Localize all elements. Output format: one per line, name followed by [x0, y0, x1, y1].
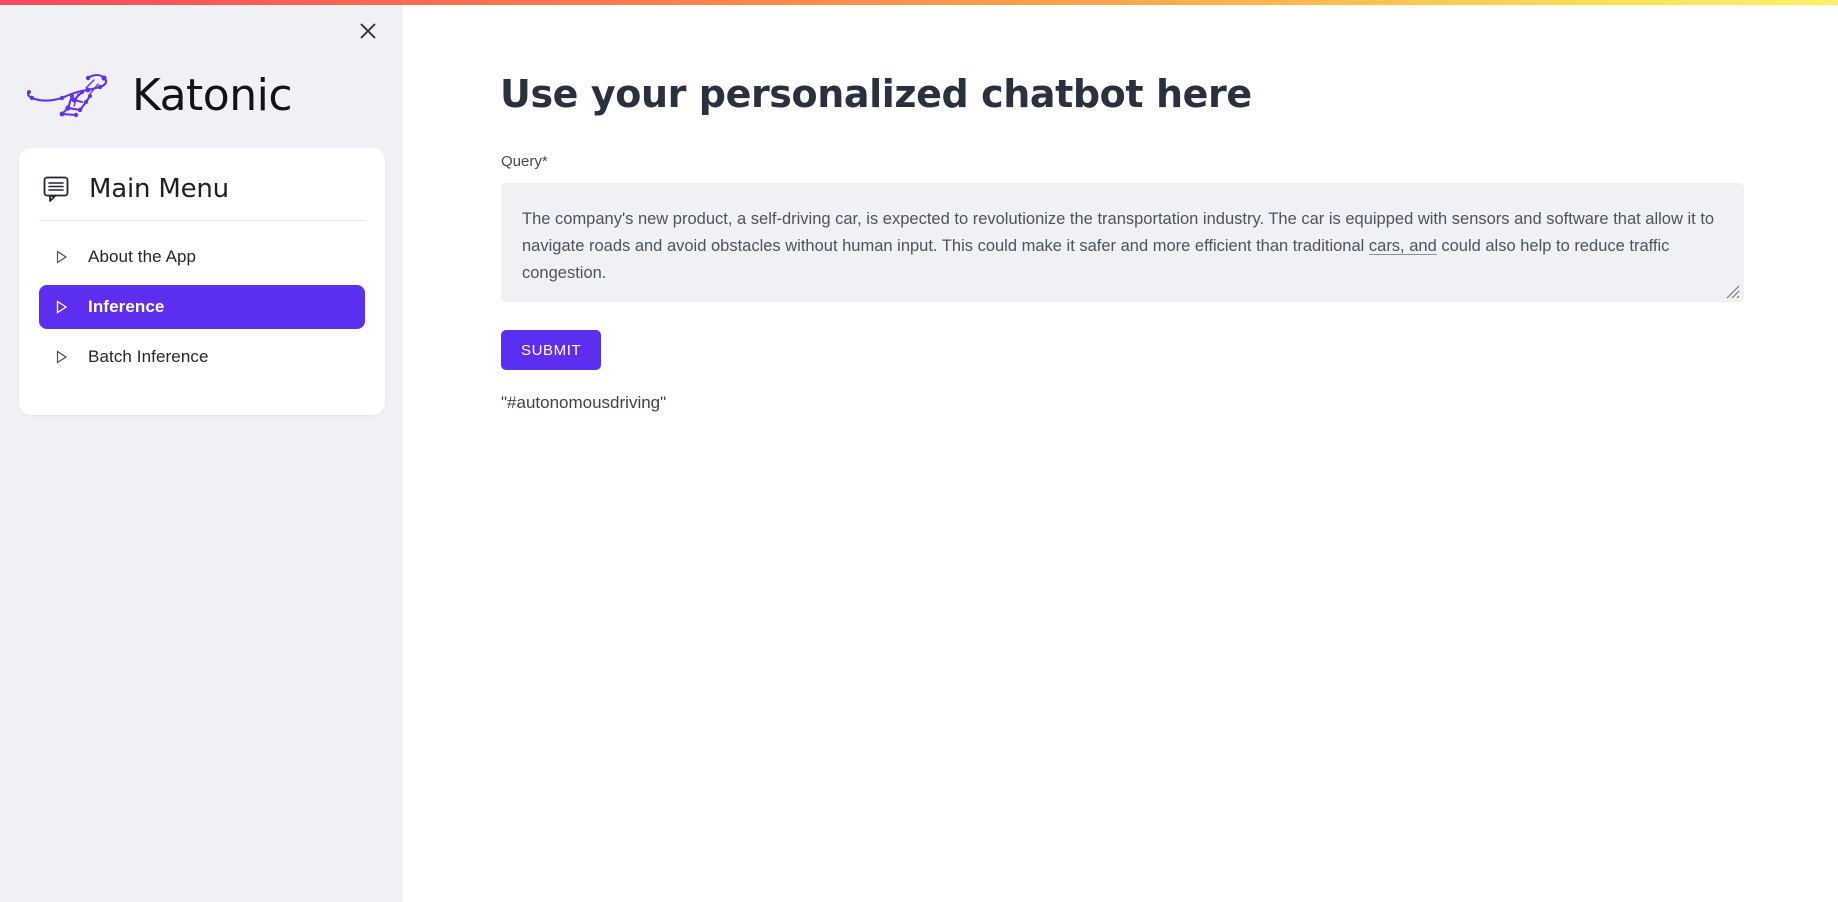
query-label-text: Query [501, 153, 542, 170]
triangle-right-icon [56, 350, 68, 364]
kangaroo-network-logo-icon [26, 73, 108, 118]
brand-wordmark: Katonic [132, 70, 293, 121]
main-menu-title: Main Menu [89, 174, 229, 204]
page-title: Use your personalized chatbot here [500, 72, 1252, 116]
sidebar-item-inference[interactable]: Inference [39, 285, 365, 329]
main-menu-header: Main Menu [39, 170, 365, 221]
resize-handle-icon[interactable] [1726, 285, 1740, 299]
query-input-text[interactable]: The company's new product, a self-drivin… [502, 184, 1743, 301]
submit-button[interactable]: SUBMIT [501, 330, 602, 370]
loading-gradient-bar [0, 0, 1838, 5]
query-input-container[interactable]: The company's new product, a self-drivin… [501, 183, 1744, 302]
required-marker: * [541, 153, 548, 170]
query-field-label: Query* [501, 153, 548, 170]
triangle-right-icon [56, 300, 68, 314]
sidebar-item-label: Batch Inference [88, 347, 209, 366]
sidebar-item-label: About the App [88, 247, 197, 266]
main-menu-card: Main Menu About the App Inference Batch [19, 148, 385, 415]
sidebar-item-about-the-app[interactable]: About the App [39, 235, 365, 279]
main-menu-list: About the App Inference Batch Inference [39, 235, 365, 379]
close-icon[interactable] [353, 16, 383, 46]
sidebar: Katonic Main Menu About the App Inferenc… [0, 0, 403, 902]
sidebar-item-batch-inference[interactable]: Batch Inference [39, 335, 365, 379]
triangle-right-icon [56, 250, 68, 264]
spellcheck-underlined-text: cars, and [1368, 237, 1437, 255]
result-output: "#autonomousdriving" [501, 393, 667, 412]
chat-menu-icon [43, 176, 69, 202]
brand-logo: Katonic [24, 68, 293, 124]
main-content: Use your personalized chatbot here Query… [403, 0, 1838, 902]
sidebar-item-label: Inference [88, 297, 165, 316]
